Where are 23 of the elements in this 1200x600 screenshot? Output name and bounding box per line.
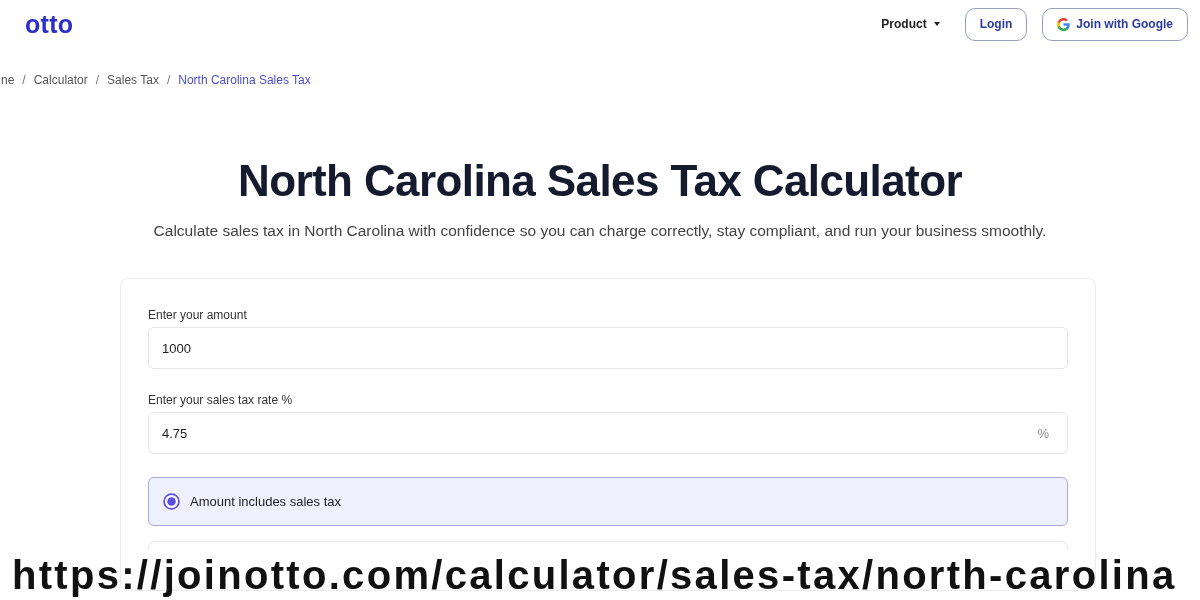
breadcrumb-link[interactable]: Sales Tax xyxy=(107,72,159,88)
breadcrumb-link[interactable]: ne xyxy=(1,72,15,88)
google-signin-button[interactable]: Join with Google xyxy=(1042,7,1188,41)
otto-logo[interactable]: otto xyxy=(25,9,74,39)
input-field[interactable]: 4.75 % xyxy=(148,412,1068,454)
radio-icon xyxy=(163,493,180,510)
breadcrumb-separator: / xyxy=(95,72,100,88)
field-label: Enter your amount xyxy=(148,307,248,323)
breadcrumb-separator: / xyxy=(22,72,26,88)
page-subtitle: Calculate sales tax in North Carolina with confidence so you can charge correctly, stay compliant, and run your business smoothly. xyxy=(152,221,1048,241)
field-label: Enter your sales tax rate % xyxy=(148,392,294,408)
radio-option[interactable]: Amount includes sales tax xyxy=(148,477,1068,526)
percent-suffix: % xyxy=(1037,425,1049,441)
page-title: North Carolina Sales Tax Calculator xyxy=(237,156,963,206)
url-caption: https://joinotto.com/calculator/sales-tax/north-carolina xyxy=(12,555,1177,595)
product-menu[interactable]: Product xyxy=(875,13,946,35)
breadcrumb-link[interactable]: North Carolina Sales Tax xyxy=(178,72,311,88)
caret-icon xyxy=(933,22,940,26)
breadcrumb-separator: / xyxy=(166,72,171,88)
google-g-icon xyxy=(1057,17,1071,31)
login-button[interactable]: Login xyxy=(964,7,1028,41)
breadcrumb-link[interactable]: Calculator xyxy=(33,72,88,88)
input-field[interactable]: 1000 xyxy=(148,327,1068,369)
